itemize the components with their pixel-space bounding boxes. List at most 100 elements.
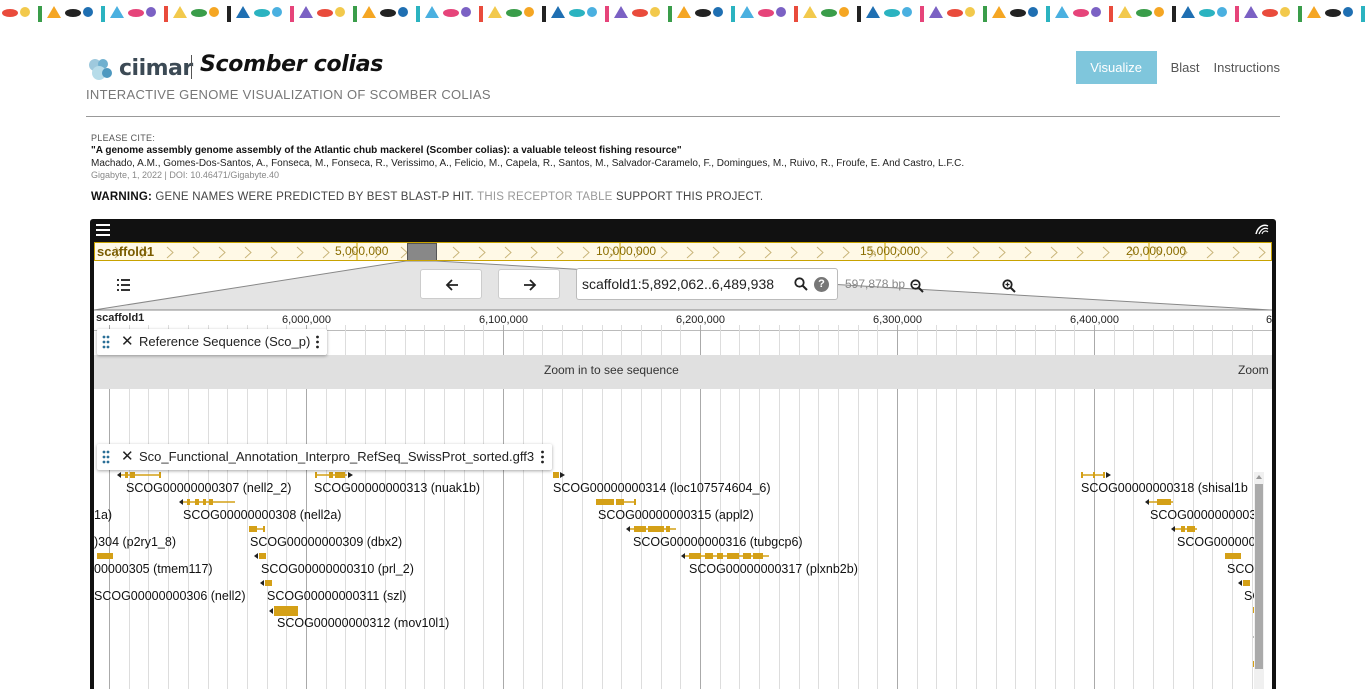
track-selector-icon[interactable] bbox=[117, 279, 131, 291]
gene-label[interactable]: SCOG00000000306 (nell2) bbox=[94, 589, 246, 603]
gene-label[interactable]: SCOG00000000310 (prl_2) bbox=[261, 562, 414, 576]
overview-tick: 10,000,000 bbox=[596, 244, 657, 258]
reference-track-header[interactable]: ✕ Reference Sequence (Sco_p) bbox=[97, 329, 327, 355]
overview-tick: 5,000,000 bbox=[335, 244, 389, 258]
citation-journal: Gigabyte, 1, 2022 | DOI: 10.46471/Gigaby… bbox=[91, 170, 279, 180]
gene-feature[interactable] bbox=[269, 606, 299, 616]
arrow-left-icon bbox=[445, 279, 458, 291]
scroll-up-icon[interactable] bbox=[1255, 473, 1263, 481]
gene-feature[interactable] bbox=[596, 498, 636, 506]
gene-feature[interactable] bbox=[254, 552, 266, 560]
drag-handle-icon[interactable] bbox=[102, 335, 110, 349]
visualize-button[interactable]: Visualize bbox=[1075, 51, 1157, 84]
logo-text: ciimar bbox=[119, 56, 193, 81]
bp-width-label: 597,878 bp bbox=[845, 277, 906, 291]
coordinate-ruler[interactable]: scaffold1 6,000,000 6,100,000 6,200,000 … bbox=[94, 311, 1272, 331]
gene-label[interactable]: SCOG00000000315 (appl2) bbox=[598, 508, 754, 522]
blast-link[interactable]: Blast bbox=[1171, 60, 1200, 75]
gene-feature[interactable] bbox=[315, 471, 353, 479]
sequence-band bbox=[94, 355, 1272, 389]
overview-tick: 20,000,000 bbox=[1126, 244, 1187, 258]
animal-banner bbox=[0, 0, 1369, 28]
location-search-input[interactable]: scaffold1:5,892,062..6,489,938 ? bbox=[576, 268, 838, 300]
gene-label[interactable]: SCOG00000000311 (szl) bbox=[267, 589, 406, 603]
ciimar-logo-icon bbox=[89, 59, 112, 80]
reference-track-name: Reference Sequence (Sco_p) bbox=[139, 334, 311, 349]
hamburger-menu-icon[interactable] bbox=[96, 224, 110, 236]
browser-panel: scaffold1 5,000,000 10,000,000 15,000,00… bbox=[94, 242, 1272, 689]
gene-label[interactable]: SCOG00000000318 (shisal1b bbox=[1081, 481, 1248, 495]
warning-notice: WARNING: GENE NAMES WERE PREDICTED BY BE… bbox=[91, 191, 763, 203]
gene-label[interactable]: 00000305 (tmem117) bbox=[94, 562, 213, 576]
gene-feature[interactable] bbox=[553, 471, 565, 479]
warning-label: WARNING: bbox=[91, 191, 153, 203]
gene-label[interactable]: SCOG00000000309 (dbx2) bbox=[250, 535, 402, 549]
gene-label[interactable]: SCOG00000000031 bbox=[1150, 508, 1263, 522]
overview-view-window[interactable] bbox=[407, 243, 437, 260]
gene-label[interactable]: SCOG0000000 bbox=[1177, 535, 1262, 549]
gene-label[interactable]: SCO bbox=[1227, 562, 1254, 576]
track-menu-icon[interactable] bbox=[541, 450, 544, 464]
gene-label[interactable]: SCOG00000000314 (loc107574604_6) bbox=[553, 481, 771, 495]
gene-label[interactable]: 1a) bbox=[94, 508, 112, 522]
zoom-in-message: Zoom in to see sequence bbox=[544, 363, 679, 377]
gene-feature[interactable] bbox=[1145, 498, 1173, 506]
track-menu-icon[interactable] bbox=[316, 335, 319, 349]
zoom-slider[interactable] bbox=[934, 282, 1064, 292]
ruler-tick: 6 bbox=[1266, 314, 1272, 326]
gene-label[interactable]: SCOG00000000312 (mov10l1) bbox=[277, 616, 449, 630]
ciimar-logo[interactable]: ciimar bbox=[86, 53, 196, 83]
page-subtitle: INTERACTIVE GENOME VISUALIZATION OF SCOM… bbox=[86, 87, 491, 102]
zoom-in-icon[interactable] bbox=[1002, 279, 1016, 293]
ruler-scaffold-name: scaffold1 bbox=[96, 312, 145, 324]
scroll-left-button[interactable] bbox=[420, 269, 482, 299]
gene-label[interactable]: SCOG00000000307 (nell2_2) bbox=[126, 481, 291, 495]
gene-label[interactable]: SCOG00000000313 (nuak1b) bbox=[314, 481, 480, 495]
annotation-track-header[interactable]: ✕ Sco_Functional_Annotation_Interpro_Ref… bbox=[97, 444, 552, 470]
gene-feature[interactable] bbox=[249, 525, 265, 533]
top-nav: Visualize Blast Instructions bbox=[1075, 51, 1280, 84]
gene-feature[interactable] bbox=[1171, 525, 1197, 533]
warning-tail: SUPPORT THIS PROJECT. bbox=[612, 191, 764, 203]
gene-feature[interactable] bbox=[681, 552, 769, 560]
overview-tick: 15,000,000 bbox=[860, 244, 921, 258]
jbrowse-logo-icon[interactable] bbox=[1254, 222, 1270, 236]
zoom-out-icon[interactable] bbox=[910, 279, 924, 293]
species-title: Scomber colias bbox=[200, 52, 384, 77]
citation-block: PLEASE CITE: "A genome assembly genome a… bbox=[91, 133, 1271, 180]
track-scrollbar[interactable] bbox=[1254, 472, 1264, 689]
search-icon[interactable] bbox=[794, 277, 808, 291]
help-icon[interactable]: ? bbox=[814, 277, 829, 292]
gene-feature[interactable] bbox=[1081, 471, 1111, 479]
gene-feature[interactable] bbox=[1238, 579, 1250, 587]
scroll-right-button[interactable] bbox=[498, 269, 560, 299]
citation-authors: Machado, A.M., Gomes-Dos-Santos, A., Fon… bbox=[91, 158, 965, 169]
zoom-in-message-right: Zoom bbox=[1238, 363, 1269, 377]
warning-text: GENE NAMES WERE PREDICTED BY BEST BLAST-… bbox=[152, 191, 478, 203]
overview-scale-bar[interactable]: scaffold1 5,000,000 10,000,000 15,000,00… bbox=[94, 242, 1272, 261]
gene-feature[interactable] bbox=[97, 552, 115, 560]
close-track-icon[interactable]: ✕ bbox=[121, 332, 134, 350]
citation-label: PLEASE CITE: bbox=[91, 133, 156, 143]
gene-feature[interactable] bbox=[1225, 552, 1243, 560]
header-divider-line bbox=[86, 116, 1280, 117]
gene-feature[interactable] bbox=[117, 471, 161, 479]
gene-feature[interactable] bbox=[626, 525, 676, 533]
citation-title: "A genome assembly genome assembly of th… bbox=[91, 145, 682, 156]
gene-label[interactable]: SCOG00000000308 (nell2a) bbox=[183, 508, 341, 522]
close-track-icon[interactable]: ✕ bbox=[121, 447, 134, 465]
scrollbar-thumb[interactable] bbox=[1255, 484, 1263, 669]
gene-label[interactable]: SCOG00000000317 (plxnb2b) bbox=[689, 562, 858, 576]
animal-silhouettes-icon bbox=[2, 6, 1365, 22]
gene-label[interactable]: )304 (p2ry1_8) bbox=[94, 535, 176, 549]
receptor-table-link[interactable]: THIS RECEPTOR TABLE bbox=[477, 191, 612, 203]
gene-feature[interactable] bbox=[179, 498, 235, 506]
overview-scaffold-name: scaffold1 bbox=[97, 244, 155, 259]
gene-label[interactable]: SCOG00000000316 (tubgcp6) bbox=[633, 535, 803, 549]
arrow-right-icon bbox=[524, 279, 537, 291]
gene-feature[interactable] bbox=[260, 579, 272, 587]
drag-handle-icon[interactable] bbox=[102, 450, 110, 464]
location-value: scaffold1:5,892,062..6,489,938 bbox=[582, 276, 775, 292]
instructions-link[interactable]: Instructions bbox=[1214, 60, 1280, 75]
header-divider bbox=[191, 55, 192, 79]
